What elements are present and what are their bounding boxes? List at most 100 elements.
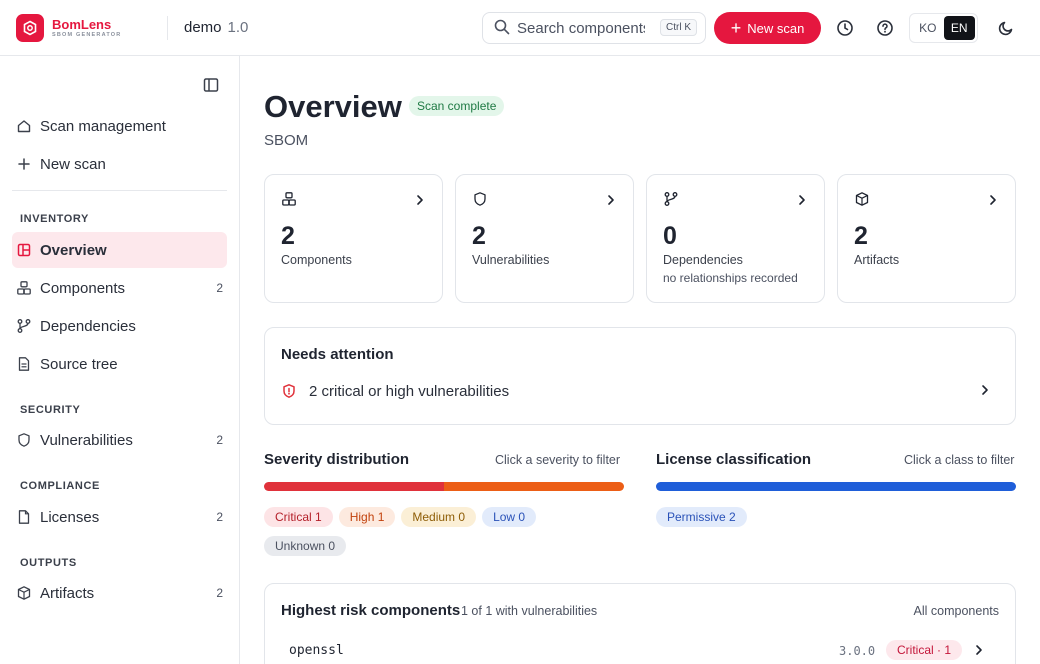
lang-ko[interactable]: KO [912, 16, 944, 40]
main-content: Overview Scan complete SBOM 2 Components… [240, 56, 1040, 664]
new-scan-label: New scan [747, 20, 805, 36]
help-button[interactable] [873, 16, 897, 40]
sidebar-item-label: Dependencies [40, 317, 136, 335]
severity-filter-chip[interactable]: Medium 0 [401, 507, 477, 527]
sidebar-item-overview[interactable]: Overview [12, 232, 227, 268]
plus-icon: + [730, 18, 742, 38]
sidebar-item-label: Vulnerabilities [40, 431, 133, 449]
stat-card-artifacts[interactable]: 2 Artifacts [837, 174, 1016, 303]
stat-value: 2 [854, 222, 868, 250]
sidebar-item-count: 2 [216, 281, 223, 295]
branch-icon [663, 191, 679, 210]
chevron-right-icon [796, 193, 808, 209]
alert-shield-icon [281, 383, 297, 399]
stat-card-dependencies[interactable]: 0 Dependencies no relationships recorded [646, 174, 825, 303]
language-switcher: KO EN [909, 13, 978, 43]
stat-value: 2 [281, 222, 295, 250]
section-compliance: COMPLIANCE [20, 480, 100, 492]
severity-bar-segment[interactable] [444, 482, 624, 491]
attention-item[interactable]: 2 critical or high vulnerabilities [281, 378, 1001, 404]
severity-bar-segment[interactable] [264, 482, 444, 491]
sidebar-item-count: 2 [216, 510, 223, 524]
sidebar-divider [12, 190, 227, 191]
chevron-right-icon [414, 193, 426, 209]
stat-card-vulnerabilities[interactable]: 2 Vulnerabilities [455, 174, 634, 303]
stat-card-components[interactable]: 2 Components [264, 174, 443, 303]
stat-label: Vulnerabilities [472, 253, 550, 267]
sidebar-item-licenses[interactable]: Licenses 2 [12, 499, 227, 535]
new-scan-button[interactable]: + New scan [714, 12, 821, 44]
sidebar-item-label: Artifacts [40, 584, 95, 602]
history-button[interactable] [833, 16, 857, 40]
sidebar-item-source-tree[interactable]: Source tree [12, 346, 227, 382]
components-icon [16, 280, 32, 296]
sidebar-item-new-scan[interactable]: New scan [12, 146, 227, 182]
sidebar-item-artifacts[interactable]: Artifacts 2 [12, 575, 227, 611]
sidebar-item-vulnerabilities[interactable]: Vulnerabilities 2 [12, 422, 227, 458]
severity-bar[interactable] [264, 482, 624, 491]
project-version: 1.0 [227, 19, 249, 36]
search-input[interactable] [517, 19, 645, 37]
license-bar-segment[interactable] [656, 482, 1016, 491]
brand-logo[interactable]: BomLens SBOM GENERATOR [16, 14, 121, 42]
document-icon [16, 509, 32, 525]
severity-title: Severity distribution [264, 451, 410, 468]
license-title: License classification [656, 451, 812, 468]
highest-risk-meta: 1 of 1 with vulnerabilities [461, 604, 598, 618]
home-icon [16, 118, 32, 134]
stat-label: Dependencies [663, 253, 743, 267]
package-icon [16, 585, 32, 601]
page-title: Overview [264, 89, 402, 124]
sidebar-item-dependencies[interactable]: Dependencies [12, 308, 227, 344]
risk-row[interactable]: openssl 3.0.0 Critical · 1 [281, 640, 1001, 662]
sidebar-item-label: Source tree [40, 355, 118, 373]
severity-badge: Critical · 1 [886, 640, 963, 660]
all-components-link[interactable]: All components [914, 604, 999, 618]
needs-attention-title: Needs attention [281, 346, 394, 363]
top-bar: BomLens SBOM GENERATOR demo 1.0 Ctrl K + … [0, 0, 1040, 56]
license-filter-chip[interactable]: Permissive 2 [656, 507, 747, 527]
sidebar-item-label: Scan management [40, 117, 166, 135]
help-icon [877, 20, 893, 36]
sidebar-item-count: 2 [216, 586, 223, 600]
stat-label: Components [281, 253, 352, 267]
theme-toggle-button[interactable] [994, 16, 1018, 40]
project-selector[interactable]: demo 1.0 [184, 19, 248, 36]
section-inventory: INVENTORY [20, 213, 89, 225]
section-security: SECURITY [20, 404, 81, 416]
sidebar-collapse-button[interactable] [202, 76, 220, 97]
shield-icon [16, 432, 32, 448]
search-icon [493, 18, 511, 39]
components-icon [281, 191, 297, 210]
sidebar-toggle-icon [203, 78, 219, 92]
severity-filter-chip[interactable]: High 1 [338, 507, 396, 527]
page-subtitle: SBOM [264, 132, 309, 149]
chevron-right-icon [979, 383, 991, 400]
shield-icon [472, 191, 488, 210]
severity-filter-chip[interactable]: Low 0 [482, 507, 537, 527]
needs-attention-panel: Needs attention 2 critical or high vulne… [264, 327, 1016, 425]
stat-note: no relationships recorded [663, 271, 798, 285]
search-box[interactable]: Ctrl K [482, 12, 706, 44]
sidebar: Scan management New scan INVENTORY Overv… [0, 56, 240, 664]
severity-filter-chip[interactable]: Unknown 0 [264, 536, 347, 556]
license-bar[interactable] [656, 482, 1016, 491]
chevron-right-icon [987, 193, 999, 209]
header-divider [167, 16, 168, 40]
search-shortcut: Ctrl K [660, 19, 697, 36]
chevron-right-icon [973, 643, 985, 659]
severity-hint: Click a severity to filter [495, 453, 621, 467]
brand-name: BomLens [52, 16, 112, 32]
plus-icon [16, 156, 32, 172]
brand-tagline: SBOM GENERATOR [52, 31, 122, 38]
sidebar-item-components[interactable]: Components 2 [12, 270, 227, 306]
sidebar-item-scan-management[interactable]: Scan management [12, 108, 227, 144]
section-outputs: OUTPUTS [20, 557, 77, 569]
severity-filter-chip[interactable]: Critical 1 [264, 507, 333, 527]
package-icon [854, 191, 870, 210]
highest-risk-panel: Highest risk components 1 of 1 with vuln… [264, 583, 1016, 664]
stat-value: 0 [663, 222, 677, 250]
stat-value: 2 [472, 222, 486, 250]
lang-en[interactable]: EN [943, 16, 975, 40]
sidebar-item-label: Licenses [40, 508, 100, 526]
